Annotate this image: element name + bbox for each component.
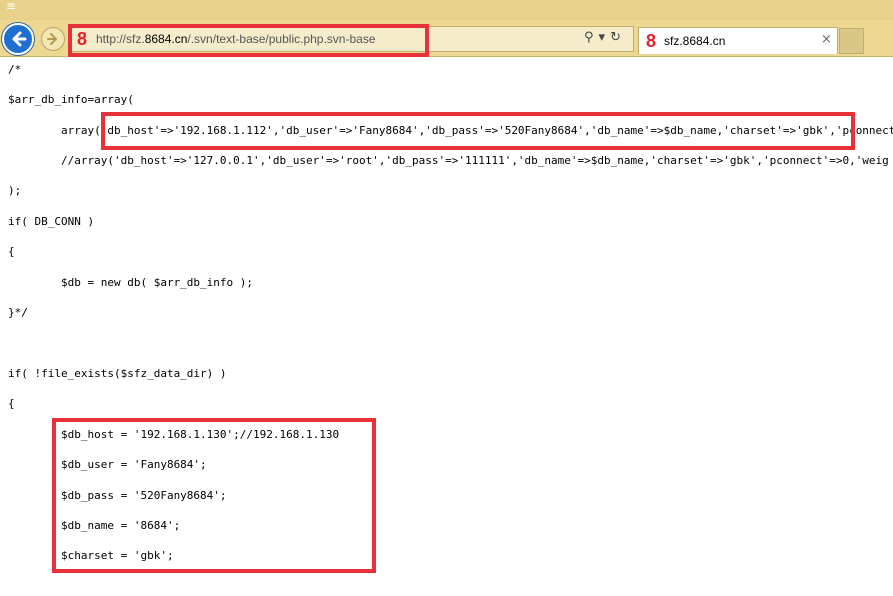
new-tab-button[interactable] <box>839 28 864 54</box>
back-arrow-icon <box>12 31 27 47</box>
refresh-icon[interactable]: ↻ <box>610 30 621 45</box>
search-icon[interactable]: ⚲ <box>584 30 594 45</box>
db-config-highlight-box <box>101 112 855 150</box>
code-line: { <box>8 397 15 410</box>
code-line: }*/ <box>8 306 28 319</box>
code-line: if( DB_CONN ) <box>8 215 95 228</box>
back-button[interactable] <box>2 23 34 55</box>
menu-icon[interactable]: ≡ <box>6 0 16 12</box>
tab-close-icon[interactable]: × <box>821 33 832 47</box>
code-line: /* <box>8 63 22 76</box>
dropdown-icon[interactable]: ▾ <box>599 30 606 45</box>
credentials-highlight-box <box>52 418 376 573</box>
code-line: $db = new db( $arr_db_info ); <box>8 276 254 289</box>
url-highlight-box <box>68 24 429 57</box>
forward-button[interactable] <box>41 27 65 51</box>
code-line: ); <box>8 184 22 197</box>
code-line: { <box>8 245 15 258</box>
code-line: if( !file_exists($sfz_data_dir) ) <box>8 367 227 380</box>
code-line: //array('db_host'=>'127.0.0.1','db_user'… <box>8 154 889 167</box>
tab-favicon-icon: 8 <box>646 31 657 51</box>
window-title-bar: ≡ <box>0 0 893 20</box>
tab-title[interactable]: sfz.8684.cn <box>664 34 725 48</box>
code-line: $arr_db_info=array( <box>8 93 134 106</box>
address-bar-actions: ⚲ ▾ ↻ <box>584 29 626 47</box>
forward-arrow-icon <box>47 33 57 45</box>
